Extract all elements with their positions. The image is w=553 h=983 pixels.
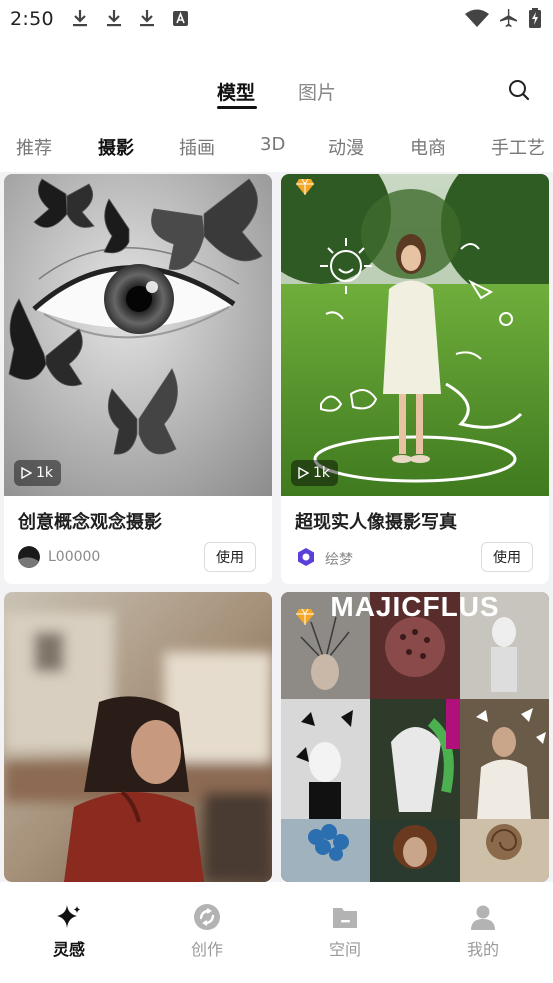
nav-create[interactable]: 创作 (167, 902, 247, 960)
card-title: 创意概念观念摄影 (18, 512, 162, 533)
app-screen: 2:50 模型 图片 推荐 摄影 插画 3D 动漫 电商 手工艺 1k 创意概念… (0, 0, 553, 983)
card-image-majicflus-collage: MAJICFLUS (281, 592, 549, 882)
use-button[interactable]: 使用 (481, 542, 533, 572)
header: 模型 图片 推荐 摄影 插画 3D 动漫 电商 手工艺 (0, 38, 553, 172)
airplane-icon (498, 8, 518, 28)
active-tab-indicator (217, 106, 257, 109)
nav-profile[interactable]: 我的 (443, 902, 523, 960)
tab-images[interactable]: 图片 (298, 78, 336, 105)
category-photography[interactable]: 摄影 (98, 134, 134, 160)
card-author: L00000 (48, 549, 101, 565)
banner-text: MAJICFLUS (330, 592, 499, 622)
sparkle-icon (54, 902, 84, 932)
play-count-badge: 1k (14, 460, 62, 486)
tab-models[interactable]: 模型 (217, 78, 255, 105)
play-count-badge: 1k (291, 460, 339, 486)
wifi-icon (464, 8, 490, 28)
nav-label: 灵感 (52, 940, 85, 959)
card-title: 超现实人像摄影写真 (295, 512, 457, 533)
card-image-blurred-portrait (4, 592, 272, 882)
model-card[interactable] (4, 592, 272, 882)
card-image-girl-on-grass: 1k (281, 174, 549, 496)
play-count: 1k (36, 465, 54, 481)
card-image-eye-butterflies: 1k (4, 174, 272, 496)
font-icon (171, 8, 191, 28)
category-ecommerce[interactable]: 电商 (410, 134, 446, 160)
category-3d[interactable]: 3D (260, 134, 285, 155)
category-anime[interactable]: 动漫 (328, 134, 364, 160)
category-recommend[interactable]: 推荐 (16, 134, 52, 160)
play-count: 1k (313, 465, 331, 481)
premium-gem-icon (296, 178, 314, 195)
user-icon (468, 902, 498, 932)
bottom-nav: 灵感 创作 空间 我的 (0, 882, 553, 983)
download-icon (104, 8, 124, 28)
avatar (18, 546, 40, 568)
category-illustration[interactable]: 插画 (179, 134, 215, 160)
folder-icon (330, 902, 360, 932)
status-time: 2:50 (10, 8, 54, 30)
download-icon (70, 8, 90, 28)
nav-label: 创作 (190, 940, 223, 959)
create-icon (192, 902, 222, 932)
battery-charging-icon (528, 8, 542, 28)
search-icon[interactable] (507, 78, 531, 102)
avatar (295, 546, 317, 568)
nav-space[interactable]: 空间 (305, 902, 385, 960)
premium-gem-icon (296, 608, 314, 625)
model-card[interactable]: MAJICFLUS (281, 592, 549, 882)
model-card[interactable]: 1k 超现实人像摄影写真 绘梦 使用 (281, 174, 549, 584)
card-author: 绘梦 (325, 552, 353, 568)
play-icon (21, 467, 32, 479)
category-crafts[interactable]: 手工艺 (491, 134, 545, 160)
nav-inspiration[interactable]: 灵感 (29, 902, 109, 960)
nav-label: 空间 (328, 940, 361, 959)
model-card[interactable]: 1k 创意概念观念摄影 L00000 使用 (4, 174, 272, 584)
download-icon (137, 8, 157, 28)
status-bar: 2:50 (0, 0, 553, 38)
play-icon (298, 467, 309, 479)
nav-label: 我的 (466, 940, 499, 959)
use-button[interactable]: 使用 (204, 542, 256, 572)
